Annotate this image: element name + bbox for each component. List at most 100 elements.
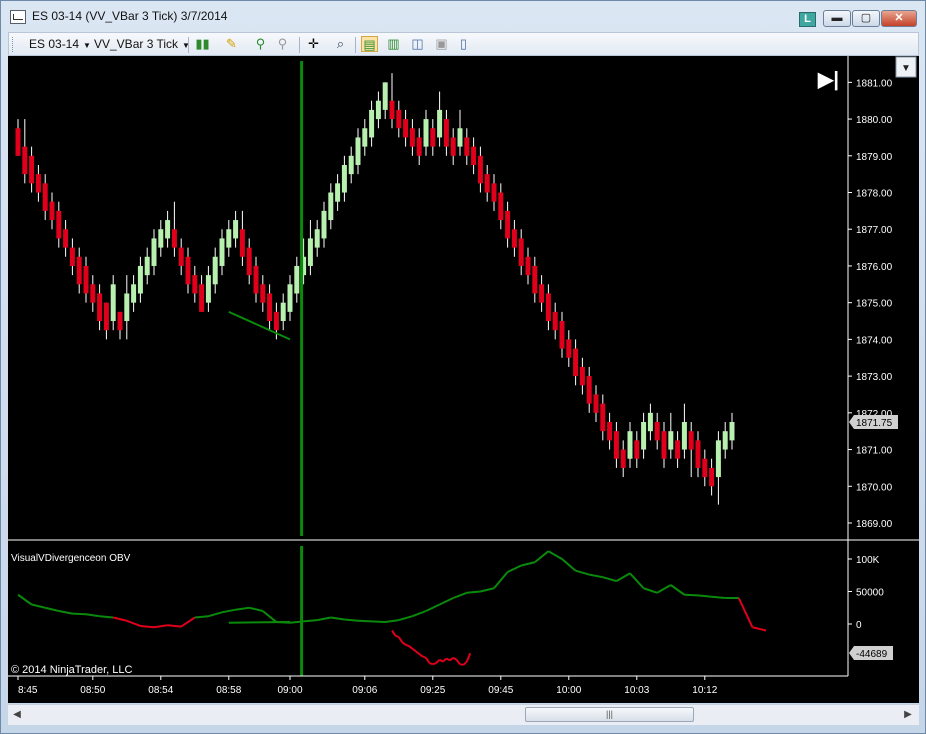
time-tick-label: 10:00 [556, 685, 581, 696]
toolbar-separator [188, 37, 189, 53]
candle-body [35, 174, 41, 193]
scroll-left-arrow-icon[interactable]: ◀ [10, 708, 24, 722]
candle-body [443, 119, 449, 147]
candle-body [375, 100, 381, 120]
candle-body [545, 293, 551, 322]
obv-line-segment [357, 619, 372, 623]
candle-body [321, 210, 327, 239]
maximize-button[interactable]: ▢ [852, 10, 880, 27]
toolbar-separator [355, 37, 356, 53]
time-tick-label: 09:45 [488, 685, 513, 696]
data-box-icon[interactable]: ▣ [433, 36, 450, 52]
obv-line-segment [432, 662, 437, 666]
candle-body [246, 247, 252, 276]
chevron-down-icon[interactable]: ▼ [901, 63, 911, 74]
instrument-label: ES 03-14 [29, 37, 80, 51]
zoom-in-icon[interactable]: ⚲ [252, 36, 269, 52]
candlestick-style-icon[interactable]: ▮▮ [194, 36, 211, 52]
scroll-right-arrow-icon[interactable]: ▶ [901, 708, 915, 722]
candle-body [661, 431, 667, 459]
scroll-to-end-icon[interactable]: ▶| [817, 69, 839, 91]
candle-body [457, 128, 463, 147]
candle-body [280, 302, 286, 322]
price-tick-label: 1870.00 [856, 482, 893, 493]
time-tick-label: 10:12 [692, 685, 717, 696]
chart-app-icon [10, 10, 26, 24]
zoom-out-icon[interactable]: ⚲ [274, 36, 291, 52]
candle-body [192, 275, 198, 294]
horizontal-scrollbar[interactable]: ◀ ||| ▶ [8, 704, 919, 725]
candle-body [137, 265, 143, 294]
candle-body [369, 109, 375, 138]
candle-body [49, 201, 55, 221]
candle-body [715, 440, 721, 478]
search-icon[interactable]: ⌕ [332, 36, 349, 52]
candle-body [69, 247, 75, 266]
candle-body [586, 376, 592, 404]
candle-body [239, 229, 245, 257]
price-tick-label: 1873.00 [856, 372, 893, 383]
candle-body [396, 109, 402, 129]
obv-line-segment [684, 593, 699, 597]
candle-body [416, 137, 422, 156]
candle-body [613, 431, 619, 459]
chart-panel[interactable]: 1881.00 1880.00 1879.00 1878.00 1877.00 1876.… [8, 56, 919, 703]
obv-line-segment [395, 634, 400, 638]
obv-line-segment [405, 643, 410, 648]
candle-body [566, 339, 572, 358]
obv-line-segment [167, 624, 182, 628]
candle-body [600, 403, 606, 432]
candle-body [158, 229, 164, 248]
candle-body [668, 431, 674, 450]
candle-body [335, 183, 341, 202]
candle-body [389, 100, 395, 120]
close-button[interactable]: ✕ [881, 10, 917, 27]
minimize-button[interactable]: ▬ [823, 10, 851, 27]
bar-type-dropdown[interactable]: VV_VBar 3 Tick ▼ [94, 37, 190, 51]
candle-body [675, 440, 681, 459]
obv-line-segment [303, 619, 318, 623]
price-tick-label: 1869.00 [856, 519, 893, 530]
instrument-dropdown[interactable]: ES 03-14 ▼ [29, 37, 91, 51]
candle-body [76, 256, 82, 285]
copyright-text: © 2014 NinjaTrader, LLC [11, 664, 132, 676]
properties-icon[interactable]: ▯ [455, 36, 472, 52]
candle-body [491, 183, 497, 202]
obv-line-segment [289, 620, 304, 624]
candle-body [552, 311, 558, 331]
candle-body [709, 467, 715, 487]
candle-body [178, 247, 184, 266]
time-tick-label: 09:25 [420, 685, 445, 696]
candle-body [185, 256, 191, 285]
time-tick-label: 08:58 [216, 685, 241, 696]
candle-body [219, 238, 225, 266]
candle-body [654, 422, 660, 441]
candle-body [382, 82, 388, 110]
candle-body [151, 238, 157, 266]
candle-body [525, 256, 531, 276]
obv-line-segment [344, 618, 359, 622]
time-tick-label: 09:06 [352, 685, 377, 696]
title-bar[interactable]: ES 03-14 (VV_VBar 3 Tick) 3/7/2014 L ▬ ▢… [1, 1, 925, 31]
chart-background [8, 56, 919, 703]
crosshair-icon[interactable]: ✛ [305, 36, 322, 52]
candle-body [287, 284, 293, 312]
obv-line-segment [429, 662, 434, 666]
close-icon: ✕ [894, 12, 904, 24]
candle-body [144, 256, 150, 276]
link-badge[interactable]: L [799, 12, 816, 27]
chart-trader-icon[interactable]: ▤ [361, 36, 378, 52]
toolbar-separator [299, 37, 300, 53]
strategies-icon[interactable]: ▥ [385, 36, 402, 52]
toolbar-grip[interactable] [12, 37, 15, 52]
obv-line-segment [72, 612, 87, 616]
drawing-pencil-icon[interactable]: ✎ [223, 36, 240, 52]
candle-body [273, 311, 279, 331]
price-chart-svg[interactable]: 1881.00 1880.00 1879.00 1878.00 1877.00 1876.… [8, 56, 919, 703]
scrollbar-thumb[interactable]: ||| [525, 707, 694, 722]
indicators-icon[interactable]: ◫ [409, 36, 426, 52]
candle-body [171, 229, 177, 248]
obv-line-segment [371, 620, 386, 624]
chevron-down-icon: ▼ [83, 41, 91, 50]
candle-body [573, 348, 579, 377]
